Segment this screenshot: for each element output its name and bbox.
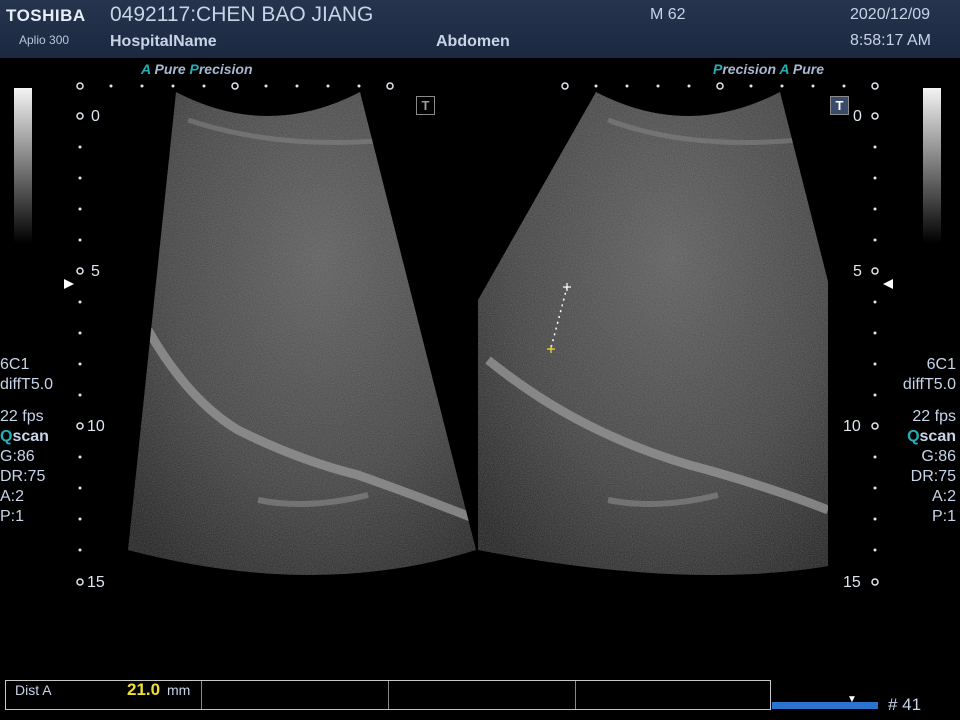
qscan-q: Q <box>0 428 13 445</box>
depth-label-0-left: 0 <box>91 108 100 125</box>
p-label: P:1 <box>0 508 25 525</box>
gain-label: G:86 <box>921 448 956 465</box>
fps-label: 22 fps <box>912 408 956 425</box>
measurement-label: Dist A <box>15 682 52 698</box>
probe-label: 6C1 <box>0 356 30 373</box>
measurement-cell-3 <box>388 681 576 709</box>
depth-scales <box>64 82 893 586</box>
depth-label-0-right: 0 <box>853 108 862 125</box>
measurement-value: 21.0 <box>127 680 161 699</box>
depth-label-5-right: 5 <box>853 263 862 280</box>
depth-label-10-left: 10 <box>87 418 105 435</box>
cine-position-marker-icon[interactable]: ▼ <box>847 694 857 705</box>
qscan-text: scan <box>919 428 956 445</box>
a-label: A:2 <box>0 488 25 505</box>
depth-label-15-left: 15 <box>87 574 105 591</box>
filter-label: diffT5.0 <box>902 376 956 393</box>
depth-label-15-right: 15 <box>843 574 861 591</box>
dr-label: DR:75 <box>0 468 46 485</box>
frame-number: # 41 <box>888 695 922 714</box>
qscan-label: Qscan <box>0 427 53 447</box>
dr-label: DR:75 <box>910 468 956 485</box>
a-label: A:2 <box>931 488 956 505</box>
params-right: 6C1 diffT5.0 22 fps Qscan G:86 DR:75 A:2… <box>903 355 956 527</box>
measurement-panel <box>5 680 771 710</box>
probe-label: 6C1 <box>926 356 956 373</box>
gain-label: G:86 <box>0 448 35 465</box>
filter-label: diffT5.0 <box>0 376 54 393</box>
fps-label: 22 fps <box>0 408 44 425</box>
measurement-unit: mm <box>167 682 191 698</box>
depth-label-5-left: 5 <box>91 263 100 280</box>
measurement-cell-2 <box>201 681 389 709</box>
params-left: 6C1 diffT5.0 22 fps Qscan G:86 DR:75 A:2… <box>0 355 53 527</box>
p-label: P:1 <box>931 508 956 525</box>
qscan-q: Q <box>907 428 920 445</box>
depth-label-10-right: 10 <box>843 418 861 435</box>
cine-progress-bar[interactable] <box>772 702 878 709</box>
qscan-label: Qscan <box>903 427 956 447</box>
qscan-text: scan <box>12 428 49 445</box>
